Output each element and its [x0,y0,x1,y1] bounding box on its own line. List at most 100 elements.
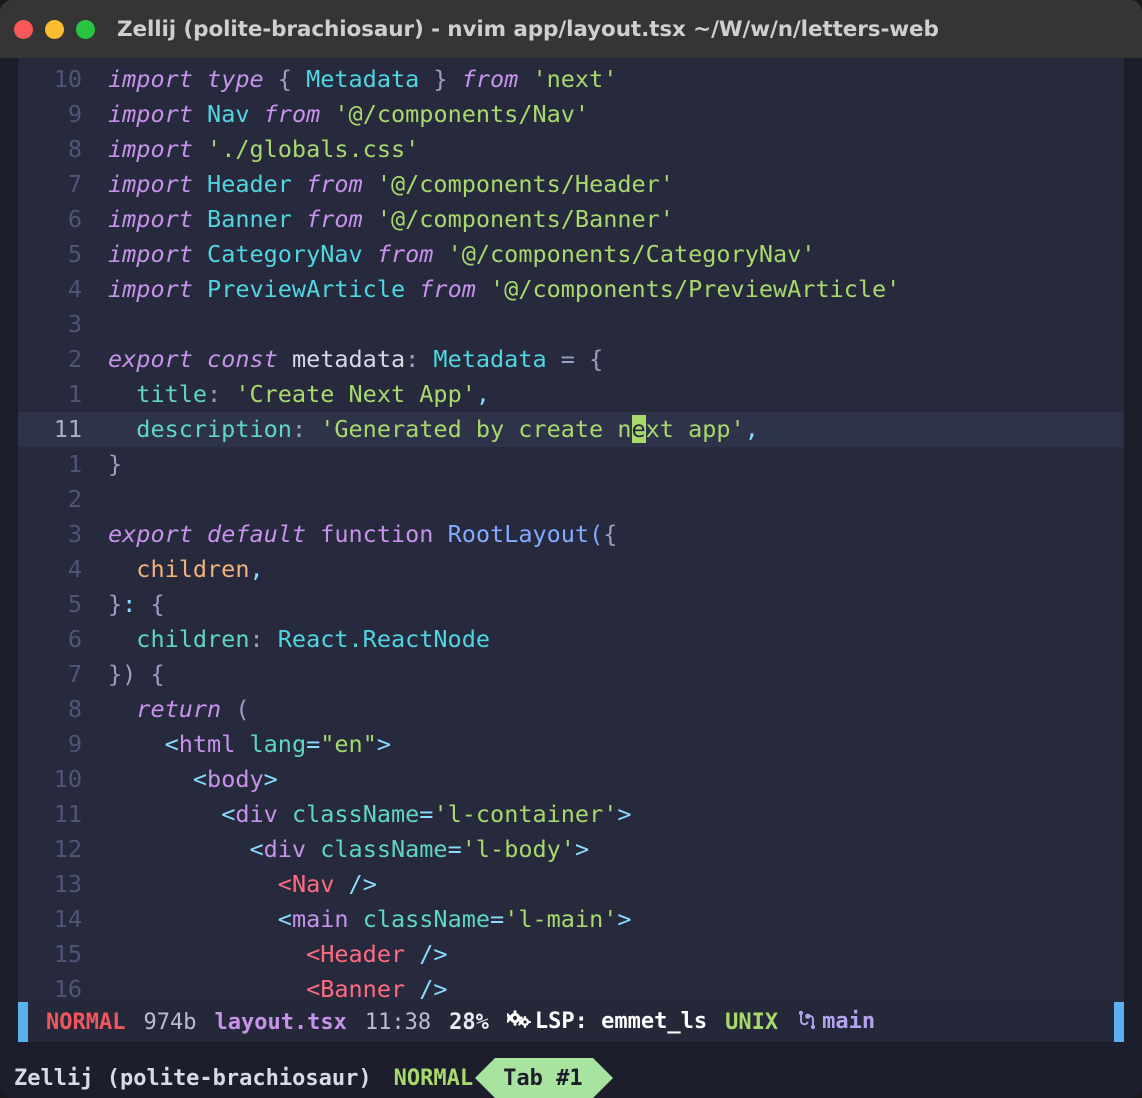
code-token: title [136,380,207,408]
code-token: < [165,730,179,758]
code-line[interactable]: 4 children, [18,552,1124,587]
code-line[interactable]: 14 <main className='l-main'> [18,902,1124,937]
line-number: 5 [18,237,82,272]
code-token: description [136,415,292,443]
code-line[interactable]: 8 return ( [18,692,1124,727]
code-token: ) [122,660,136,688]
code-line[interactable]: 8 import './globals.css' [18,132,1124,167]
code-token: < [249,835,263,863]
code-line[interactable]: 4import PreviewArticle from '@/component… [18,272,1124,307]
code-line[interactable]: 6 children: React.ReactNode [18,622,1124,657]
code-line[interactable]: 10 <body> [18,762,1124,797]
line-text: import type { Metadata } from 'next' [108,62,617,97]
line-text: import './globals.css' [108,132,419,167]
code-token: ( [589,520,603,548]
code-line[interactable]: 7}) { [18,657,1124,692]
code-line[interactable]: 2 [18,482,1124,517]
line-number: 11 [18,412,82,447]
line-text: <div className='l-body'> [108,832,589,867]
maximize-window-button[interactable] [76,20,95,39]
code-token: : [122,590,136,618]
code-line[interactable]: 2export const metadata: Metadata = { [18,342,1124,377]
code-token: React.ReactNode [278,625,490,653]
code-token [136,660,150,688]
code-token: = [448,835,462,863]
code-token: function [320,520,447,548]
code-token: Banner [207,205,292,233]
code-line[interactable]: 9import Nav from '@/components/Nav' [18,97,1124,132]
line-text: return ( [108,692,250,727]
line-text: import Header from '@/components/Header' [108,167,674,202]
code-token: export [108,520,207,548]
line-number: 10 [18,62,82,97]
code-token: const [207,345,292,373]
code-token: Metadata [433,345,546,373]
pane-left-border [0,58,18,1002]
line-text: <body> [108,762,278,797]
code-token: } [108,660,122,688]
code-token [108,870,278,898]
code-line[interactable]: 5}: { [18,587,1124,622]
code-line[interactable]: 10 import type { Metadata } from 'next' [18,62,1124,97]
code-token: className [320,835,447,863]
code-token: xt app' [646,415,745,443]
close-window-button[interactable] [14,20,33,39]
code-token: Header [207,170,292,198]
line-number: 9 [18,727,82,762]
code-line[interactable]: 12 <div className='l-body'> [18,832,1124,867]
statusline-lsp-label: LSP: emmet_ls [535,1009,707,1034]
line-number: 3 [18,307,82,342]
code-line[interactable]: 6import Banner from '@/components/Banner… [18,202,1124,237]
code-line[interactable]: 1 title: 'Create Next App', [18,377,1124,412]
code-line[interactable]: 3export default function RootLayout({ [18,517,1124,552]
code-token: > [575,835,589,863]
code-token: Header [320,940,405,968]
code-token: } [108,450,122,478]
code-token: > [617,800,631,828]
statusline-scroll-percent: 28% [431,1010,489,1035]
code-token [575,345,589,373]
minimize-window-button[interactable] [45,20,64,39]
line-number: 14 [18,902,82,937]
code-line[interactable]: 1} [18,447,1124,482]
code-token: '@/components/PreviewArticle' [490,275,900,303]
code-line[interactable]: 11 <div className='l-container'> [18,797,1124,832]
nvim-statusline: NORMAL 974b layout.tsx 11:38 28% LSP: em… [18,1002,1124,1042]
code-token: < [306,975,320,1002]
code-token: 'l-main' [504,905,617,933]
code-lines: 10import type { Metadata } from 'next'9i… [18,58,1124,1002]
code-token [136,590,150,618]
zellij-tabbar: Zellij (polite-brachiosaur) NORMAL Tab #… [0,1058,1142,1098]
code-token [108,765,193,793]
line-number: 6 [18,202,82,237]
zellij-tab-1[interactable]: Tab #1 [495,1058,592,1098]
code-token [250,100,264,128]
code-line[interactable]: 15 <Header /> [18,937,1124,972]
code-token: from [419,275,490,303]
line-text: } [108,447,122,482]
code-token: className [292,800,419,828]
line-number: 10 [18,762,82,797]
code-line[interactable]: 3 [18,307,1124,342]
line-number: 7 [18,657,82,692]
code-line[interactable]: 5 import CategoryNav from '@/components/C… [18,237,1124,272]
code-line[interactable]: 11 description: 'Generated by create nex… [18,412,1124,447]
code-line[interactable]: 9 <html lang="en"> [18,727,1124,762]
nvim-editor-buffer[interactable]: 10import type { Metadata } from 'next'9i… [18,58,1124,1002]
code-line[interactable]: 16 <Banner /> [18,972,1124,1002]
code-token: '@/components/CategoryNav' [448,240,816,268]
line-number: 11 [18,797,82,832]
code-token [108,975,306,1002]
line-number: 8 [18,132,82,167]
line-text: import CategoryNav from '@/components/Ca… [108,237,815,272]
code-token: { [264,65,306,93]
code-token: Metadata [306,65,419,93]
code-token: import [108,275,207,303]
line-number: 9 [18,97,82,132]
code-line[interactable]: 7import Header from '@/components/Header… [18,167,1124,202]
line-number: 4 [18,272,82,307]
code-line[interactable]: 13 <Nav /> [18,867,1124,902]
code-token: , [249,555,263,583]
code-token [405,975,419,1002]
code-token: > [617,905,631,933]
